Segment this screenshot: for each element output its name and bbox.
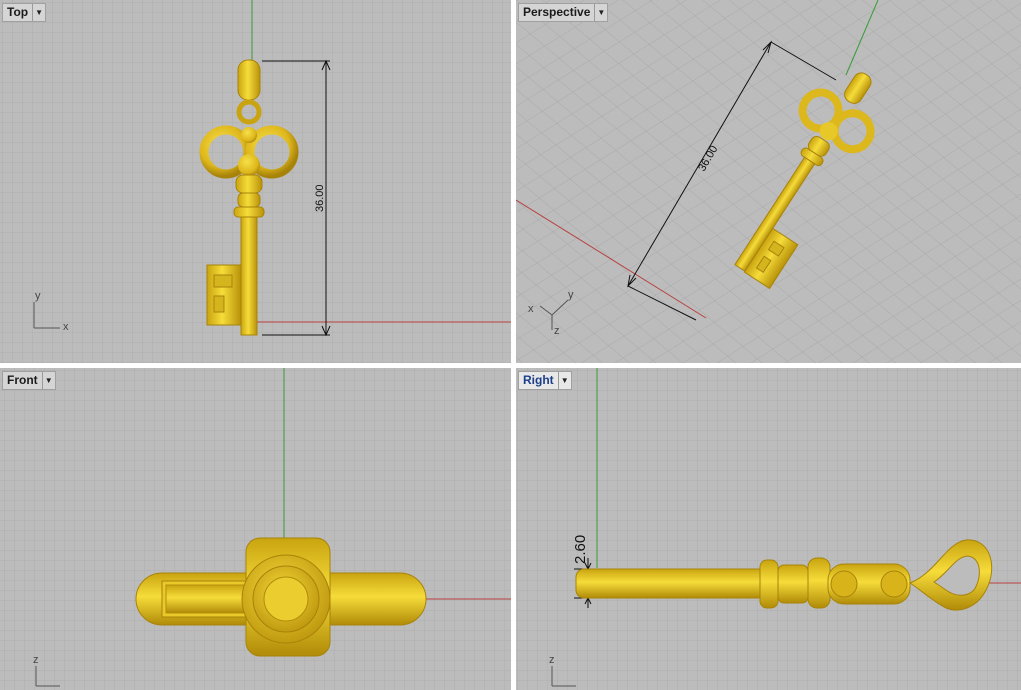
viewport-title-perspective[interactable]: Perspective ▼ — [518, 3, 609, 22]
viewport-top[interactable]: x y 36.00 Top ▼ — [0, 0, 511, 363]
viewport-title-label: Top — [7, 5, 29, 19]
axis-label-y: y — [568, 289, 574, 301]
chevron-down-icon[interactable]: ▼ — [594, 4, 607, 21]
viewport-title-right[interactable]: Right ▼ — [518, 371, 572, 390]
viewport-title-label: Front — [7, 373, 38, 387]
dimension-text: 36.00 — [314, 184, 326, 212]
front-view-canvas[interactable]: z — [0, 368, 511, 690]
axis-label-x: x — [528, 303, 534, 315]
axis-label-y: y — [35, 290, 41, 302]
perspective-view-canvas[interactable]: x y z 36.00 — [516, 0, 1021, 363]
top-view-canvas[interactable]: x y 36.00 — [0, 0, 511, 363]
viewport-title-front[interactable]: Front ▼ — [2, 371, 56, 390]
axis-label-z: z — [554, 325, 560, 337]
chevron-down-icon[interactable]: ▼ — [32, 4, 45, 21]
viewport-right[interactable]: z 2.60 Right ▼ — [516, 368, 1021, 690]
chevron-down-icon[interactable]: ▼ — [557, 372, 571, 389]
viewport-perspective[interactable]: x y z 36.00 Perspective ▼ — [516, 0, 1021, 363]
viewport-title-top[interactable]: Top ▼ — [2, 3, 47, 22]
right-view-canvas[interactable]: z 2.60 — [516, 368, 1021, 690]
viewport-title-label: Right — [523, 373, 554, 387]
viewport-title-label: Perspective — [523, 5, 591, 19]
axis-label-z: z — [33, 654, 39, 666]
chevron-down-icon[interactable]: ▼ — [41, 372, 55, 389]
dimension-text: 2.60 — [572, 535, 589, 564]
axis-label-x: x — [63, 321, 69, 333]
axis-label-z: z — [549, 654, 555, 666]
viewport-front[interactable]: z Front ▼ — [0, 368, 511, 690]
